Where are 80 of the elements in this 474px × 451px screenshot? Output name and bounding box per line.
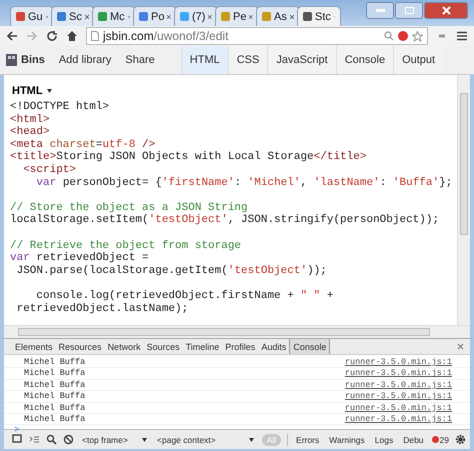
browser-tab[interactable]: Stc [297, 6, 341, 26]
code-line: JSON.parse(localStorage.getItem('testObject')); [16, 264, 328, 278]
home-icon[interactable] [66, 30, 78, 42]
close-button[interactable] [424, 2, 468, 19]
code-line: localStorage.setItem('testObject', JSON.stringify(personObject)); [10, 214, 440, 227]
code-line: <!DOCTYPE html> [10, 101, 110, 114]
log-message: Michel Buffa [24, 391, 86, 402]
log-message: Michel Buffa [24, 368, 86, 379]
filter-button[interactable]: Debu [401, 434, 426, 444]
code-line: // Store the object as a JSON String [10, 200, 249, 214]
code-line: <title>Storing JSON Objects with Local Storage</title> [10, 151, 368, 164]
settings-icon[interactable] [455, 434, 466, 445]
page-icon [91, 31, 99, 41]
dock-icon[interactable] [12, 434, 23, 445]
devtools-tab[interactable]: Resources [56, 339, 105, 354]
devtools-tab[interactable]: Timeline [182, 339, 222, 354]
devtools-tab[interactable]: Profiles [222, 339, 258, 354]
browser-tab[interactable]: Mc [92, 6, 136, 26]
code-line: var retrievedObject = [10, 252, 150, 265]
zoom-icon[interactable] [384, 31, 394, 41]
code-line: retrievedObject.lastName); [16, 302, 190, 316]
filter-button[interactable]: Warnings [327, 434, 367, 444]
error-count[interactable]: 29 [432, 434, 449, 444]
maximize-button[interactable] [395, 2, 423, 19]
stop-sign-icon[interactable] [398, 31, 408, 41]
minimize-button[interactable] [366, 2, 394, 19]
source-link[interactable]: runner-3.5.0.min.js:1 [344, 402, 452, 413]
context-select[interactable]: <page context> [155, 434, 256, 444]
caret-icon [142, 438, 148, 442]
devtools-tab[interactable]: Console [289, 339, 330, 354]
browser-tab[interactable]: Po [133, 6, 177, 26]
back-icon[interactable] [6, 30, 18, 42]
clear-icon[interactable] [63, 434, 74, 445]
log-message: Michel Buffa [24, 357, 86, 368]
console-drawer-icon[interactable] [29, 434, 40, 445]
source-link[interactable]: runner-3.5.0.min.js:1 [344, 357, 452, 368]
browser-tab[interactable]: Pe [215, 6, 259, 26]
menu-icon[interactable] [456, 30, 468, 42]
toolbar-link[interactable]: Add library [58, 54, 112, 66]
horizontal-scrollbar[interactable] [4, 325, 470, 338]
address-field[interactable]: jsbin.com/uwonof/3/edit [86, 27, 428, 45]
code-line: <html> [10, 114, 51, 126]
code-line: console.log(retrievedObject.firstName + " " + [35, 288, 334, 302]
caret-icon[interactable] [46, 89, 52, 93]
code-line: <meta charset=utf-8 /> [10, 138, 156, 151]
browser-tab[interactable]: Gu [10, 6, 54, 26]
devtools-tab[interactable]: Audits [258, 339, 290, 354]
devtools-tab[interactable]: Sources [144, 339, 183, 354]
source-link[interactable]: runner-3.5.0.min.js:1 [344, 391, 452, 402]
devtools-tab[interactable]: Network [104, 339, 144, 354]
panel-tab[interactable]: HTML [180, 46, 228, 74]
devtools-tab[interactable]: Elements [12, 339, 56, 354]
source-link[interactable]: runner-3.5.0.min.js:1 [344, 368, 452, 379]
code-line: <head> [10, 126, 50, 139]
search-icon[interactable] [46, 434, 57, 445]
browser-tab[interactable]: (7) [174, 6, 218, 26]
log-message: Michel Buffa [24, 380, 86, 390]
panel-title[interactable]: HTML [12, 85, 43, 97]
source-link[interactable]: runner-3.5.0.min.js:1 [344, 380, 452, 390]
console-prompt[interactable]: > [4, 425, 470, 436]
caret-icon [248, 438, 254, 442]
star-icon[interactable] [412, 30, 423, 42]
filter-button[interactable]: Logs [372, 434, 396, 444]
vertical-scrollbar[interactable] [457, 75, 470, 326]
log-message: Michel Buffa [24, 402, 86, 413]
bin-icon [6, 54, 17, 66]
log-message: Michel Buffa [24, 414, 86, 424]
code-line: // Retrieve the object from storage [10, 238, 242, 252]
browser-tab[interactable]: As [256, 6, 300, 26]
browser-tab[interactable]: Sc [51, 6, 95, 26]
minimize-icon [376, 9, 384, 12]
code-line: var personObject= {'firstName': 'Michel', 'lastName': 'Buffa'}; [35, 176, 454, 190]
filter-button[interactable]: Errors [294, 434, 322, 444]
reload-icon[interactable] [46, 30, 58, 42]
source-link[interactable]: runner-3.5.0.min.js:1 [344, 414, 452, 424]
toolbar-link[interactable]: Share [125, 54, 155, 66]
frame-select[interactable]: <top frame> [80, 434, 150, 444]
maximize-icon [404, 7, 414, 14]
code-line: <script> [22, 164, 78, 177]
bins-menu[interactable]: Bins [6, 54, 45, 66]
